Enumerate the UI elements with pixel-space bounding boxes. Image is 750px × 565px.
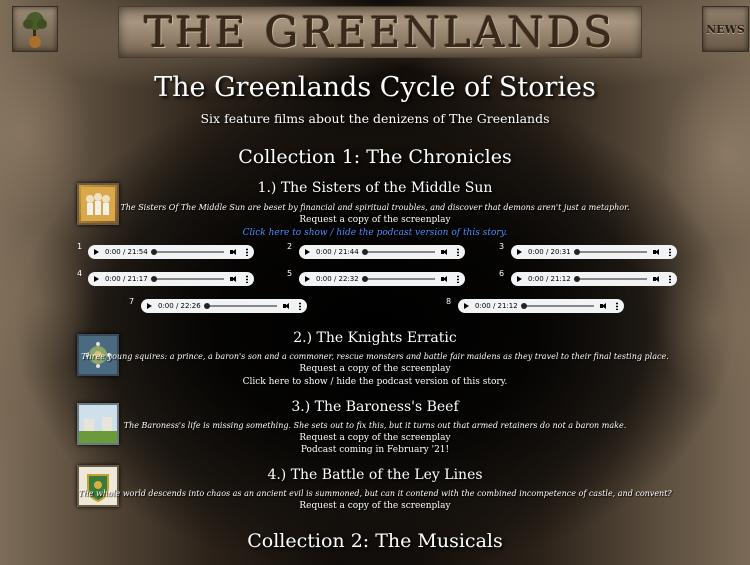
- audio-time: 0:00 / 21:12: [528, 275, 571, 283]
- more-options-icon[interactable]: [669, 275, 671, 283]
- page-title: The Greenlands Cycle of Stories: [154, 72, 596, 103]
- more-options-icon[interactable]: [616, 302, 618, 310]
- audio-time: 0:00 / 21:17: [105, 275, 148, 283]
- site-banner: THE GREENLANDS: [118, 6, 642, 58]
- audio-time: 0:00 / 21:44: [316, 248, 359, 256]
- more-options-icon[interactable]: [457, 248, 459, 256]
- audio-player-8[interactable]: 0:00 / 21:12: [458, 299, 624, 313]
- audio-player-3[interactable]: 0:00 / 20:31: [511, 245, 677, 259]
- site-banner-text: THE GREENLANDS: [144, 7, 616, 57]
- player-number: 2: [287, 242, 293, 251]
- audio-time: 0:00 / 22:26: [158, 302, 201, 310]
- audio-seek-bar[interactable]: [520, 303, 594, 309]
- play-icon[interactable]: [94, 249, 99, 255]
- play-icon[interactable]: [464, 303, 469, 309]
- play-icon[interactable]: [517, 249, 522, 255]
- story-title-4: 4.) The Battle of the Ley Lines: [267, 467, 483, 483]
- player-number: 8: [446, 297, 452, 306]
- audio-time: 0:00 / 21:12: [475, 302, 518, 310]
- play-icon[interactable]: [147, 303, 152, 309]
- audio-seek-bar[interactable]: [573, 249, 647, 255]
- audio-player-4[interactable]: 0:00 / 21:17: [88, 272, 254, 286]
- volume-icon[interactable]: [441, 276, 449, 282]
- volume-icon[interactable]: [441, 249, 449, 255]
- podcast-toggle-link-2[interactable]: Click here to show / hide the podcast ve…: [0, 377, 750, 387]
- story-description-1: The Sisters Of The Middle Sun are beset …: [120, 203, 630, 212]
- player-number: 6: [499, 269, 505, 278]
- audio-time: 0:00 / 22:32: [316, 275, 359, 283]
- play-icon[interactable]: [305, 276, 310, 282]
- collection-heading-2: Collection 2: The Musicals: [247, 530, 503, 552]
- volume-icon[interactable]: [283, 303, 291, 309]
- collection-heading-1: Collection 1: The Chronicles: [238, 146, 512, 168]
- podcast-coming-text: Podcast coming in February '21!: [300, 445, 450, 455]
- player-number: 7: [129, 297, 135, 306]
- tree-icon: [23, 12, 47, 48]
- story-description-2: Three young squires: a prince, a baron's…: [81, 352, 669, 361]
- audio-seek-bar[interactable]: [361, 276, 435, 282]
- more-options-icon[interactable]: [457, 275, 459, 283]
- news-button[interactable]: NEWS: [702, 6, 749, 52]
- audio-seek-bar[interactable]: [573, 276, 647, 282]
- audio-seek-bar[interactable]: [203, 303, 277, 309]
- player-number: 4: [77, 269, 83, 278]
- story-title-1: 1.) The Sisters of the Middle Sun: [257, 180, 493, 196]
- play-icon[interactable]: [94, 276, 99, 282]
- more-options-icon[interactable]: [246, 248, 248, 256]
- audio-seek-bar[interactable]: [150, 276, 224, 282]
- play-icon[interactable]: [305, 249, 310, 255]
- audio-seek-bar[interactable]: [361, 249, 435, 255]
- story-title-3: 3.) The Baroness's Beef: [291, 399, 459, 415]
- request-screenplay-link-3[interactable]: Request a copy of the screenplay: [0, 433, 750, 443]
- request-screenplay-link-1[interactable]: Request a copy of the screenplay: [0, 215, 750, 225]
- audio-player-6[interactable]: 0:00 / 21:12: [511, 272, 677, 286]
- more-options-icon[interactable]: [669, 248, 671, 256]
- audio-player-1[interactable]: 0:00 / 21:54: [88, 245, 254, 259]
- audio-time: 0:00 / 20:31: [528, 248, 571, 256]
- podcast-toggle-link-1[interactable]: Click here to show / hide the podcast ve…: [243, 228, 508, 238]
- audio-player-2[interactable]: 0:00 / 21:44: [299, 245, 465, 259]
- volume-icon[interactable]: [653, 276, 661, 282]
- audio-player-5[interactable]: 0:00 / 22:32: [299, 272, 465, 286]
- audio-player-7[interactable]: 0:00 / 22:26: [141, 299, 307, 313]
- home-logo-button[interactable]: [12, 6, 58, 52]
- volume-icon[interactable]: [653, 249, 661, 255]
- page-subtitle: Six feature films about the denizens of …: [200, 111, 550, 126]
- player-number: 1: [77, 242, 83, 251]
- volume-icon[interactable]: [230, 276, 238, 282]
- more-options-icon[interactable]: [299, 302, 301, 310]
- player-number: 5: [287, 269, 293, 278]
- volume-icon[interactable]: [600, 303, 608, 309]
- request-screenplay-link-2[interactable]: Request a copy of the screenplay: [0, 364, 750, 374]
- more-options-icon[interactable]: [246, 275, 248, 283]
- audio-seek-bar[interactable]: [150, 249, 224, 255]
- story-description-3: The Baroness's life is missing something…: [123, 421, 627, 430]
- audio-time: 0:00 / 21:54: [105, 248, 148, 256]
- story-description-4: The whole world descends into chaos as a…: [78, 489, 672, 498]
- story-title-2: 2.) The Knights Erratic: [293, 330, 457, 346]
- player-number: 3: [499, 242, 505, 251]
- play-icon[interactable]: [517, 276, 522, 282]
- volume-icon[interactable]: [230, 249, 238, 255]
- request-screenplay-link-4[interactable]: Request a copy of the screenplay: [0, 501, 750, 511]
